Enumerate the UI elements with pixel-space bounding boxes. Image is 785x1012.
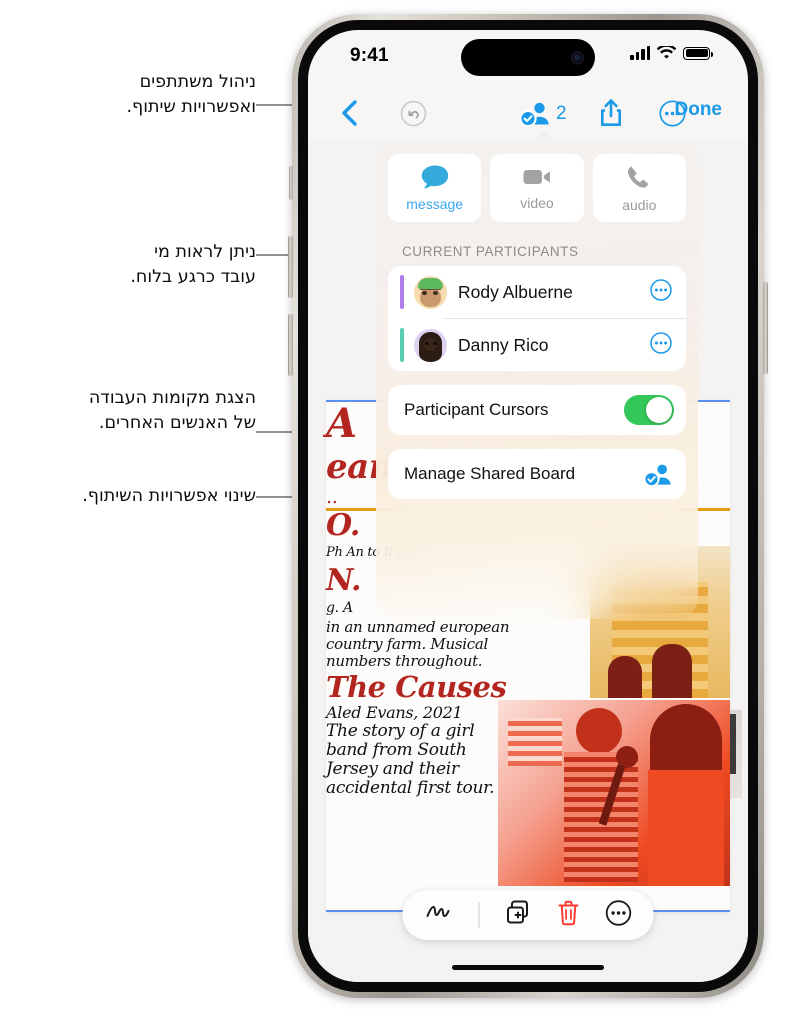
participants-count: 2	[556, 102, 567, 124]
back-button[interactable]	[336, 98, 362, 128]
status-indicators	[630, 46, 713, 60]
device-screen: A eam .. O. Ph An to It fu N. g. A in an…	[308, 30, 748, 982]
participants-button[interactable]: 2	[520, 100, 567, 127]
bottom-toolbar	[402, 890, 654, 940]
ellipsis-circle-icon	[605, 899, 632, 926]
power-button[interactable]	[763, 282, 768, 374]
home-indicator[interactable]	[452, 964, 604, 970]
video-action-label: video	[520, 194, 554, 211]
participant-name: Danny Rico	[458, 334, 549, 355]
trash-icon	[558, 900, 579, 925]
board-photo-band[interactable]	[498, 700, 730, 886]
avatar	[414, 328, 447, 362]
manage-shared-board-row[interactable]: Manage Shared Board	[388, 449, 686, 499]
callout-see-who-working: ניתן לראות מי עובד כרגע בלוח.	[130, 242, 256, 288]
list-item[interactable]: Danny Rico	[388, 319, 686, 371]
list-item[interactable]: Rody Albuerne	[388, 266, 686, 318]
silent-switch[interactable]	[289, 166, 293, 200]
callout-show-others-work: הצגת מקומות העבודה של האנשים האחרים.	[88, 388, 256, 434]
participants-popover: message video audio CURRENT PARTICIPANTS…	[376, 131, 698, 619]
add-page-button[interactable]	[506, 900, 532, 931]
participant-cursors-label: Participant Cursors	[404, 400, 549, 419]
undo-button[interactable]	[400, 100, 427, 127]
message-action-button[interactable]: message	[388, 154, 482, 222]
audio-action-button[interactable]: audio	[592, 154, 686, 222]
board-synopsis: in an unnamed european country farm. Mus…	[326, 618, 510, 670]
participants-list: Rody Albuerne Danny Rico	[388, 266, 686, 371]
iphone-device: A eam .. O. Ph An to It fu N. g. A in an…	[288, 14, 768, 998]
board-causes-body: The story of a girl band from South Jers…	[326, 720, 495, 798]
toolbar-divider	[478, 902, 480, 928]
scribble-pen-icon	[426, 905, 450, 917]
navigation-bar: 2 Done	[308, 88, 748, 140]
message-bubble-icon	[421, 165, 448, 189]
section-header-current-participants: CURRENT PARTICIPANTS	[402, 244, 579, 259]
front-camera-icon	[571, 51, 584, 64]
delete-button[interactable]	[558, 900, 580, 931]
participant-name: Rody Albuerne	[458, 281, 573, 302]
popover-arrow	[531, 131, 557, 143]
manage-shared-board-label: Manage Shared Board	[404, 464, 576, 483]
add-page-icon	[507, 900, 528, 923]
cursor-color-swatch	[400, 275, 404, 309]
callout-change-share-options: שינוי אפשרויות השיתוף.	[82, 486, 256, 506]
phone-handset-icon	[628, 165, 649, 188]
participant-more-button[interactable]	[650, 278, 672, 306]
markup-tool-button[interactable]	[425, 901, 453, 930]
wifi-icon	[657, 46, 676, 59]
message-action-label: message	[406, 196, 464, 212]
dynamic-island	[461, 39, 595, 76]
participant-cursors-toggle[interactable]	[624, 395, 674, 425]
audio-action-label: audio	[622, 196, 657, 213]
shared-with-you-person-icon	[520, 102, 549, 127]
shared-with-you-person-icon	[644, 464, 671, 487]
share-button[interactable]	[599, 98, 623, 128]
participant-more-button[interactable]	[650, 331, 672, 359]
quick-actions-row: message video audio	[388, 154, 686, 222]
volume-down-button[interactable]	[288, 314, 293, 376]
participant-cursors-row[interactable]: Participant Cursors	[388, 385, 686, 435]
signal-bars-icon	[630, 46, 650, 60]
status-time: 9:41	[350, 45, 389, 66]
video-camera-icon	[523, 169, 550, 184]
done-button[interactable]: Done	[675, 99, 723, 121]
status-bar: 9:41	[308, 30, 748, 88]
toolbar-more-button[interactable]	[605, 899, 632, 931]
battery-full-icon	[683, 46, 713, 60]
video-action-button[interactable]: video	[490, 154, 584, 222]
volume-up-button[interactable]	[288, 236, 293, 298]
avatar	[414, 275, 447, 309]
callout-manage-participants: ניהול משתתפים ואפשרויות שיתוף.	[126, 72, 256, 118]
cursor-color-swatch	[400, 328, 404, 362]
